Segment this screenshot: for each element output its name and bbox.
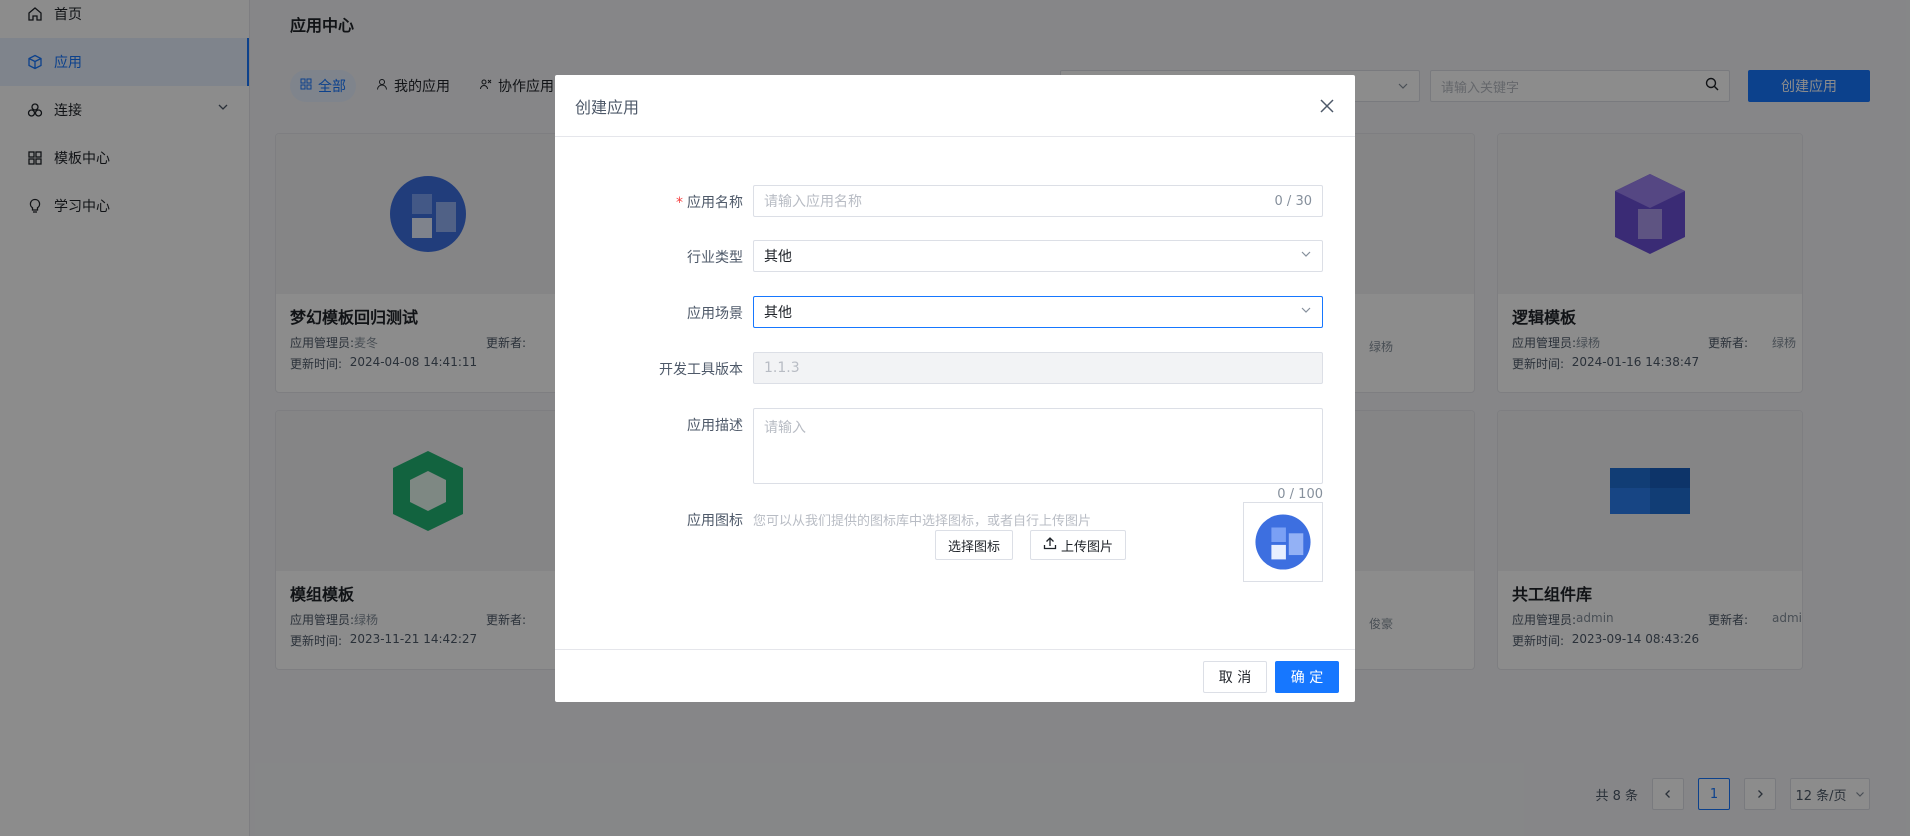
icon-preview	[1243, 502, 1323, 582]
cancel-button[interactable]: 取 消	[1203, 661, 1267, 693]
industry-select[interactable]: 其他	[753, 240, 1323, 272]
version-input: 1.1.3	[753, 352, 1323, 384]
name-label: 应用名称	[687, 195, 743, 211]
dialog-title: 创建应用	[575, 97, 640, 117]
upload-icon	[1043, 536, 1057, 554]
description-textarea[interactable]: 请输入	[753, 408, 1323, 484]
icon-hint: 您可以从我们提供的图标库中选择图标，或者自行上传图片	[753, 514, 1092, 529]
chevron-down-icon	[1300, 248, 1312, 264]
select-value: 其他	[764, 305, 792, 321]
confirm-button[interactable]: 确 定	[1275, 661, 1339, 693]
version-value: 1.1.3	[764, 360, 800, 376]
char-count: 0 / 30	[1274, 193, 1312, 209]
select-value: 其他	[764, 249, 792, 265]
app-name-input[interactable]: 请输入应用名称 0 / 30	[753, 185, 1323, 217]
upload-image-button[interactable]: 上传图片	[1030, 530, 1127, 560]
create-app-dialog: 创建应用 * 应用名称 请输入应用名称 0 / 30 行业类型 其他 应用场景 其…	[555, 75, 1355, 702]
desc-label: 应用描述	[687, 418, 743, 434]
dialog-footer: 取 消 确 定	[555, 649, 1355, 702]
input-placeholder: 请输入应用名称	[764, 194, 862, 210]
close-icon[interactable]	[1317, 96, 1337, 116]
industry-label: 行业类型	[687, 250, 743, 266]
chevron-down-icon	[1300, 304, 1312, 320]
upload-label: 上传图片	[1061, 539, 1114, 555]
icon-label: 应用图标	[687, 513, 743, 529]
dialog-header: 创建应用	[555, 75, 1355, 137]
scene-select[interactable]: 其他	[753, 296, 1323, 328]
name-label-wrap: * 应用名称	[676, 192, 743, 212]
textarea-placeholder: 请输入	[764, 420, 806, 436]
scene-label: 应用场景	[687, 306, 743, 322]
choose-icon-button[interactable]: 选择图标	[935, 530, 1014, 560]
char-count: 0 / 100	[1277, 487, 1323, 502]
version-label: 开发工具版本	[659, 362, 743, 378]
required-mark: *	[676, 195, 683, 211]
app-cube-icon	[1255, 514, 1311, 570]
